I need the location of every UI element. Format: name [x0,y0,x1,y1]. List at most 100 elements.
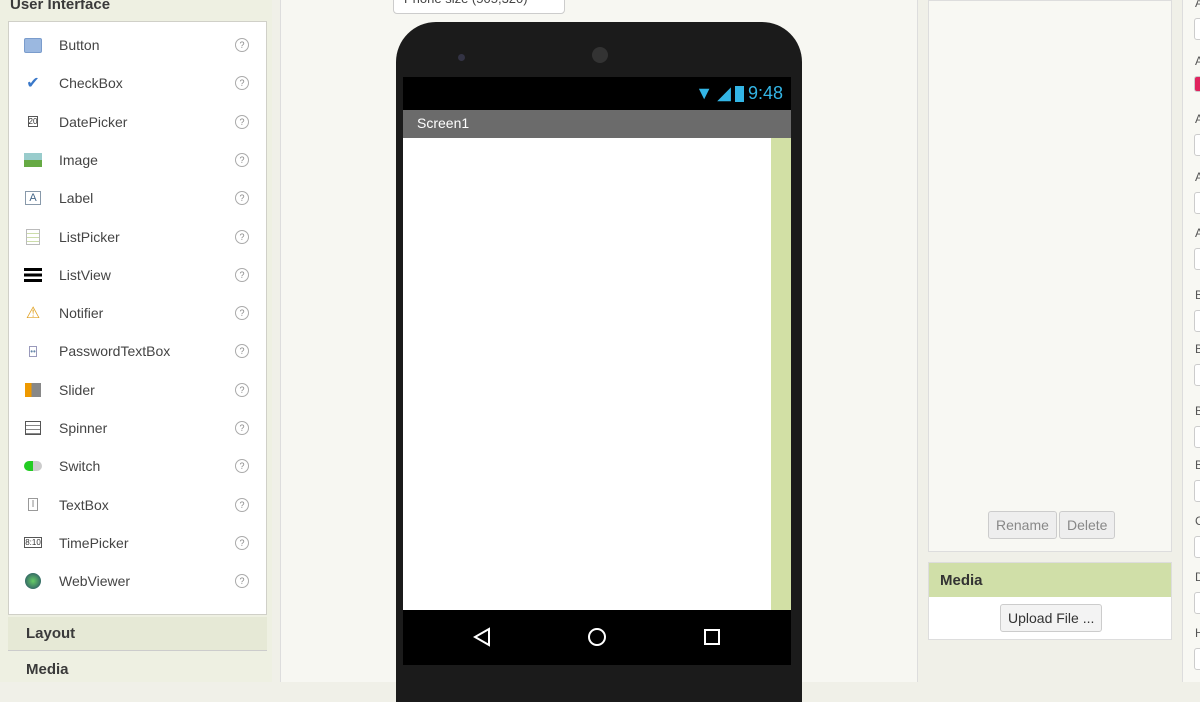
property-label: H [1195,626,1200,640]
help-icon[interactable]: ? [235,38,249,52]
palette-item-slider[interactable]: Slider? [9,371,266,409]
palette-section-media[interactable]: Media [26,661,69,678]
property-label: A [1195,54,1200,68]
properties-panel: A A A A A B B B B C D H [1182,0,1200,682]
upload-file-button[interactable]: Upload File ... [1000,604,1103,632]
status-bar: ▼ ◢ 9:48 [695,83,783,104]
back-icon [472,627,490,647]
palette-item-label: Button [59,37,100,53]
spinner-icon [24,419,42,437]
signal-icon: ◢ [717,83,731,103]
palette-section-layout[interactable]: Layout [26,625,75,642]
palette-item-label: TextBox [59,496,109,513]
rename-button[interactable]: Rename [988,511,1057,539]
clock: 9:48 [747,83,783,103]
property-field[interactable] [1194,592,1200,614]
property-field[interactable] [1194,192,1200,214]
property-label: C [1195,514,1200,528]
property-label: A [1195,170,1200,184]
help-icon[interactable]: ? [235,191,249,206]
slider-icon [24,381,42,399]
palette-item-button[interactable]: Button? [9,26,266,64]
palette-item-listpicker[interactable]: ListPicker? [9,218,266,256]
help-icon[interactable]: ? [235,76,249,91]
property-field[interactable] [1194,76,1200,92]
screen-canvas[interactable] [403,138,771,610]
palette-header-user-interface[interactable]: User Interface [10,0,110,13]
property-field[interactable] [1194,480,1200,502]
help-icon[interactable]: ? [235,114,249,129]
help-icon[interactable]: ? [235,267,249,282]
palette-item-label: Spinner [59,420,108,436]
property-field[interactable] [1194,648,1200,670]
property-label: A [1195,112,1200,126]
phone-size-select[interactable]: Phone size (505,320) [393,0,565,14]
palette-item-datepicker[interactable]: 20 DatePicker? [9,103,266,141]
property-field[interactable] [1194,310,1200,332]
delete-button[interactable]: Delete [1059,511,1116,539]
battery-icon [734,85,744,102]
palette-item-label: WebViewer [59,573,131,590]
components-panel: Rename Delete [928,0,1172,552]
palette-item-passwordtextbox[interactable]: •• PasswordTextBox? [9,332,266,370]
screen-title[interactable]: Screen1 [403,110,791,138]
palette-item-label: CheckBox [59,75,123,92]
palette-item-label: Label [59,190,94,207]
palette-item-label: TimePicker [59,534,129,551]
screen-scrollbar[interactable] [771,138,791,610]
property-field[interactable] [1194,364,1200,386]
property-field[interactable] [1194,426,1200,448]
palette-item-label[interactable]: A Label? [9,179,266,217]
property-label: B [1195,342,1200,356]
property-field[interactable] [1194,18,1200,40]
help-icon[interactable]: ? [235,574,249,589]
help-icon[interactable]: ? [235,497,249,512]
switch-icon [24,457,42,475]
help-icon[interactable]: ? [235,459,249,474]
checkbox-icon: ✔ [26,75,40,93]
property-label: A [1195,0,1200,10]
label-icon: A [24,189,42,207]
property-field[interactable] [1194,248,1200,270]
palette-item-webviewer[interactable]: WebViewer? [9,562,266,600]
webviewer-icon [24,572,42,590]
palette-item-notifier[interactable]: ⚠ Notifier? [9,294,266,332]
palette-item-textbox[interactable]: I TextBox? [9,486,266,524]
recents-icon [704,629,720,645]
media-title: Media [929,563,1171,597]
palette-item-label: Image [59,151,98,168]
palette-item-spinner[interactable]: Spinner? [9,409,266,447]
timepicker-icon: 8:10 [24,537,42,549]
textbox-icon: I [24,496,42,514]
help-icon[interactable]: ? [235,535,249,550]
property-field[interactable] [1194,536,1200,558]
image-icon [24,151,42,169]
palette: User Interface Button? ✔ CheckBox? 20 DatePi… [0,0,272,682]
help-icon[interactable]: ? [235,421,249,435]
palette-list: Button? ✔ CheckBox? 20 DatePicker? Image? A Lab… [8,21,267,615]
help-icon[interactable]: ? [235,229,249,244]
phone-screen: ▼ ◢ 9:48 Screen1 [403,77,791,610]
palette-item-switch[interactable]: Switch? [9,447,266,485]
property-label: B [1195,458,1200,472]
property-field[interactable] [1194,134,1200,156]
palette-item-label: Slider [59,381,95,398]
palette-item-listview[interactable]: ListView? [9,256,266,294]
camera-icon [458,54,465,61]
palette-item-timepicker[interactable]: 8:10 TimePicker? [9,524,266,562]
listpicker-icon [24,228,42,246]
help-icon[interactable]: ? [235,382,249,397]
palette-item-label: DatePicker [59,113,128,130]
palette-item-checkbox[interactable]: ✔ CheckBox? [9,64,266,102]
help-icon[interactable]: ? [235,344,249,359]
palette-item-label: Notifier [59,305,104,322]
notifier-icon: ⚠ [25,305,41,323]
help-icon[interactable]: ? [235,306,249,321]
passwordtextbox-icon: •• [29,345,37,357]
help-icon[interactable]: ? [235,152,249,167]
palette-item-image[interactable]: Image? [9,141,266,179]
button-icon [24,36,42,54]
property-label: B [1195,288,1200,302]
datepicker-icon: 20 [27,116,39,128]
palette-item-label: ListPicker [59,228,120,245]
